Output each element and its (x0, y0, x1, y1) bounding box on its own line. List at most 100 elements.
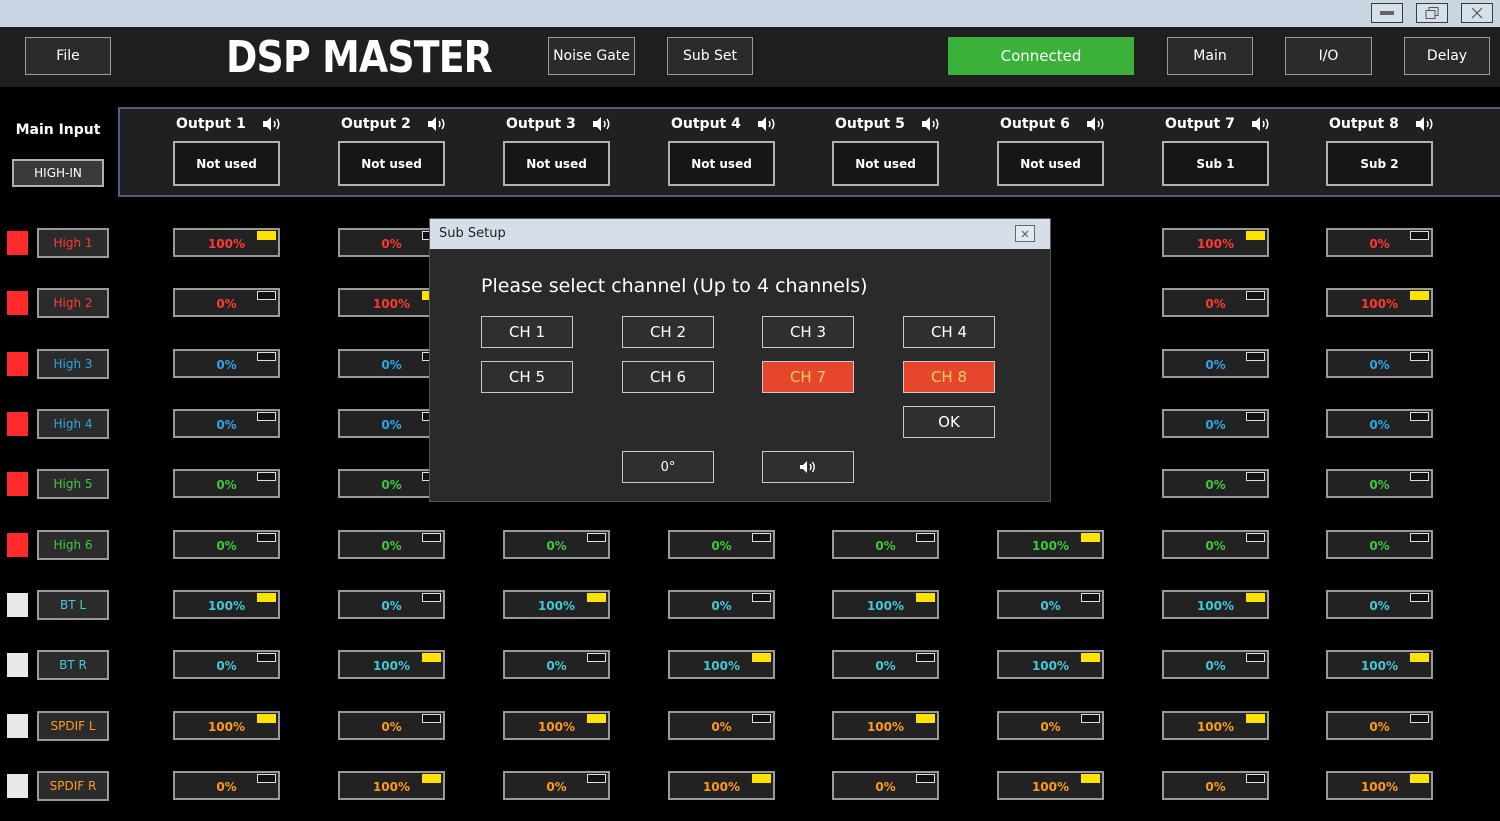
speaker-icon[interactable] (1086, 116, 1106, 132)
phase-button[interactable]: 0° (622, 451, 714, 483)
mix-level-cell[interactable]: 100% (338, 650, 445, 679)
mix-level-cell[interactable]: 0% (173, 349, 280, 378)
route-toggle[interactable] (1246, 653, 1265, 662)
input-row-label[interactable]: BT L (37, 590, 109, 620)
mix-level-cell[interactable]: 0% (997, 711, 1104, 740)
mix-level-cell[interactable]: 100% (503, 711, 610, 740)
mix-level-cell[interactable]: 0% (338, 590, 445, 619)
route-toggle[interactable] (752, 653, 771, 662)
speaker-icon[interactable] (262, 116, 282, 132)
mix-level-cell[interactable]: 100% (832, 711, 939, 740)
mix-level-cell[interactable]: 0% (832, 650, 939, 679)
channel-6-button[interactable]: CH 6 (622, 361, 714, 393)
mix-level-cell[interactable]: 0% (1162, 409, 1269, 438)
row-indicator[interactable] (7, 352, 28, 376)
route-toggle[interactable] (1246, 714, 1265, 723)
ok-button[interactable]: OK (903, 406, 995, 438)
route-toggle[interactable] (257, 593, 276, 602)
input-row-label[interactable]: SPDIF L (37, 711, 109, 741)
channel-5-button[interactable]: CH 5 (481, 361, 573, 393)
mix-level-cell[interactable]: 100% (997, 650, 1104, 679)
channel-8-button[interactable]: CH 8 (903, 361, 995, 393)
route-toggle[interactable] (1410, 291, 1429, 300)
noise-gate-button[interactable]: Noise Gate (548, 37, 635, 75)
speaker-icon[interactable] (592, 116, 612, 132)
input-row-label[interactable]: High 6 (37, 530, 109, 560)
input-row-label[interactable]: High 3 (37, 349, 109, 379)
route-toggle[interactable] (1410, 231, 1429, 240)
mix-level-cell[interactable]: 100% (997, 771, 1104, 800)
route-toggle[interactable] (1081, 714, 1100, 723)
mix-level-cell[interactable]: 0% (338, 349, 445, 378)
mix-level-cell[interactable]: 0% (832, 771, 939, 800)
mix-level-cell[interactable]: 0% (1162, 650, 1269, 679)
route-toggle[interactable] (422, 774, 441, 783)
speaker-icon[interactable] (427, 116, 447, 132)
row-indicator[interactable] (7, 774, 28, 798)
dialog-close-button[interactable] (1015, 225, 1035, 242)
mix-level-cell[interactable]: 100% (1326, 771, 1433, 800)
mix-level-cell[interactable]: 100% (338, 771, 445, 800)
route-toggle[interactable] (1410, 714, 1429, 723)
route-toggle[interactable] (1246, 774, 1265, 783)
file-button[interactable]: File (25, 37, 111, 75)
channel-1-button[interactable]: CH 1 (481, 316, 573, 348)
output-8-assign-button[interactable]: Sub 2 (1326, 141, 1433, 186)
mix-level-cell[interactable]: 100% (997, 530, 1104, 559)
route-toggle[interactable] (1081, 774, 1100, 783)
route-toggle[interactable] (587, 774, 606, 783)
route-toggle[interactable] (257, 472, 276, 481)
route-toggle[interactable] (1246, 593, 1265, 602)
route-toggle[interactable] (1410, 653, 1429, 662)
sub-set-button[interactable]: Sub Set (667, 37, 753, 75)
channel-2-button[interactable]: CH 2 (622, 316, 714, 348)
mix-level-cell[interactable]: 100% (173, 228, 280, 257)
mix-level-cell[interactable]: 0% (173, 409, 280, 438)
mix-level-cell[interactable]: 0% (1326, 469, 1433, 498)
route-toggle[interactable] (1246, 412, 1265, 421)
mix-level-cell[interactable]: 0% (832, 530, 939, 559)
route-toggle[interactable] (422, 533, 441, 542)
mix-level-cell[interactable]: 100% (503, 590, 610, 619)
route-toggle[interactable] (257, 412, 276, 421)
mix-level-cell[interactable]: 100% (668, 771, 775, 800)
route-toggle[interactable] (1410, 774, 1429, 783)
mix-level-cell[interactable]: 0% (668, 530, 775, 559)
mix-level-cell[interactable]: 0% (1326, 228, 1433, 257)
mix-level-cell[interactable]: 100% (1162, 711, 1269, 740)
mix-level-cell[interactable]: 100% (1326, 650, 1433, 679)
mix-level-cell[interactable]: 100% (1326, 288, 1433, 317)
route-toggle[interactable] (916, 653, 935, 662)
close-button[interactable] (1461, 3, 1493, 23)
route-toggle[interactable] (752, 774, 771, 783)
mix-level-cell[interactable]: 0% (1162, 349, 1269, 378)
mix-level-cell[interactable]: 100% (832, 590, 939, 619)
input-row-label[interactable]: High 4 (37, 409, 109, 439)
mix-level-cell[interactable]: 0% (338, 711, 445, 740)
route-toggle[interactable] (1081, 653, 1100, 662)
route-toggle[interactable] (1410, 533, 1429, 542)
speaker-icon[interactable] (921, 116, 941, 132)
input-row-label[interactable]: BT R (37, 650, 109, 680)
row-indicator[interactable] (7, 714, 28, 738)
route-toggle[interactable] (916, 593, 935, 602)
row-indicator[interactable] (7, 593, 28, 617)
mix-level-cell[interactable]: 0% (668, 590, 775, 619)
route-toggle[interactable] (752, 593, 771, 602)
mix-level-cell[interactable]: 0% (338, 228, 445, 257)
row-indicator[interactable] (7, 533, 28, 557)
channel-7-button[interactable]: CH 7 (762, 361, 854, 393)
route-toggle[interactable] (257, 231, 276, 240)
route-toggle[interactable] (422, 593, 441, 602)
output-1-assign-button[interactable]: Not used (173, 141, 280, 186)
mix-level-cell[interactable]: 0% (173, 771, 280, 800)
mix-level-cell[interactable]: 0% (503, 771, 610, 800)
row-indicator[interactable] (7, 472, 28, 496)
mix-level-cell[interactable]: 0% (338, 469, 445, 498)
route-toggle[interactable] (422, 714, 441, 723)
delay-button[interactable]: Delay (1404, 37, 1490, 75)
main-button[interactable]: Main (1167, 37, 1253, 75)
mix-level-cell[interactable]: 100% (173, 590, 280, 619)
mix-level-cell[interactable]: 0% (338, 530, 445, 559)
route-toggle[interactable] (257, 533, 276, 542)
